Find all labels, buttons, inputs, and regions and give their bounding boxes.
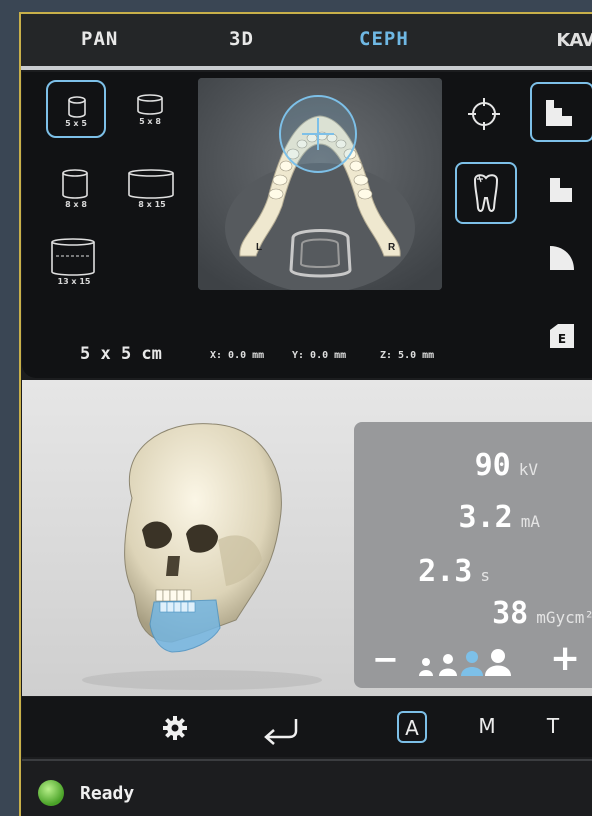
fov-size-label: 5 x 5 cm xyxy=(80,344,162,364)
image-mode-step-icon[interactable] xyxy=(542,170,582,210)
time-readout[interactable]: 2.3 s xyxy=(418,554,490,589)
plus-button[interactable]: + xyxy=(550,638,580,679)
cylinder-icon xyxy=(128,169,174,199)
image-mode-curve-icon[interactable] xyxy=(542,238,582,278)
divider xyxy=(21,66,592,70)
ma-value: 3.2 xyxy=(458,500,513,535)
fov-option-8x15[interactable]: 8 x 15 xyxy=(122,160,182,218)
fov-option-8x8[interactable]: 8 x 8 xyxy=(46,160,106,218)
image-mode-e-icon[interactable]: E xyxy=(542,316,582,356)
status-text: Ready xyxy=(80,783,135,804)
mode-auto-button[interactable]: A xyxy=(397,711,427,743)
return-icon[interactable] xyxy=(260,715,304,745)
time-unit: s xyxy=(480,566,490,585)
kv-readout[interactable]: 90 kV xyxy=(475,448,538,483)
dose-value: 38 xyxy=(492,596,529,631)
ma-readout[interactable]: 3.2 mA xyxy=(459,500,540,535)
dose-unit: mGycm² xyxy=(536,608,592,627)
volume-panel: 5 x 5 5 x 8 8 x 8 8 x 15 13 x 15 L R E 5… xyxy=(22,72,592,378)
coord-x: X: 0.0 mm xyxy=(210,350,265,361)
bottom-toolbar: A M T xyxy=(22,697,592,757)
preview-area: 90 kV 3.2 mA 2.3 s 38 mGycm² − + xyxy=(22,380,592,696)
crosshair-icon[interactable] xyxy=(464,94,504,134)
gear-icon[interactable] xyxy=(160,713,190,743)
fov-option-5x8[interactable]: 5 x 8 xyxy=(120,80,180,138)
right-marker: R xyxy=(388,242,396,253)
patient-adult-icon xyxy=(461,651,483,676)
time-value: 2.3 xyxy=(418,554,473,589)
patient-large-icon xyxy=(485,649,511,676)
fov-option-5x5[interactable]: 5 x 5 xyxy=(46,80,106,138)
cylinder-icon xyxy=(68,96,86,118)
tooth-icon[interactable] xyxy=(455,162,517,224)
cylinder-icon xyxy=(137,94,163,115)
tab-3d[interactable]: 3D xyxy=(229,28,254,50)
skull-3d-model xyxy=(82,423,322,690)
left-marker: L xyxy=(256,242,262,253)
mode-manual-button[interactable]: M xyxy=(472,711,502,743)
kv-unit: kV xyxy=(518,460,538,479)
mode-tab-bar: PAN 3D CEPH KAV xyxy=(21,14,592,66)
coord-y: Y: 0.0 mm xyxy=(292,350,347,361)
brand-logo: KAV xyxy=(556,30,592,51)
image-mode-stepped-icon[interactable] xyxy=(530,82,592,142)
scout-xray-image[interactable]: L R xyxy=(198,78,442,290)
patient-child-icon xyxy=(439,654,457,676)
app-frame: PAN 3D CEPH KAV 5 x 5 5 x 8 8 x 8 8 x 15… xyxy=(19,12,592,816)
cylinder-icon xyxy=(62,169,88,199)
patient-size-selector: − + xyxy=(372,638,592,680)
dose-readout: 38 mGycm² xyxy=(492,596,592,631)
fov-label: 13 x 15 xyxy=(57,277,91,286)
e-label: E xyxy=(558,332,566,346)
jaw-xray: L R xyxy=(198,78,442,290)
kv-value: 90 xyxy=(474,448,511,483)
fov-option-13x15[interactable]: 13 x 15 xyxy=(44,232,104,290)
fov-label: 8 x 15 xyxy=(138,200,166,209)
coord-z: Z: 5.0 mm xyxy=(380,350,435,361)
patient-child-small-icon xyxy=(419,658,433,676)
fov-label: 5 x 8 xyxy=(139,117,161,126)
ready-indicator-icon xyxy=(38,780,64,806)
fov-label: 5 x 5 xyxy=(65,119,87,128)
patient-size-icons xyxy=(419,649,511,676)
minus-button[interactable]: − xyxy=(372,640,399,678)
ma-unit: mA xyxy=(520,512,540,531)
fov-target-icon xyxy=(279,95,357,173)
tab-ceph[interactable]: CEPH xyxy=(359,28,409,50)
mode-t-button[interactable]: T xyxy=(538,711,568,743)
exposure-panel: 90 kV 3.2 mA 2.3 s 38 mGycm² − + xyxy=(354,422,592,688)
status-bar: Ready xyxy=(22,759,592,816)
tab-pan[interactable]: PAN xyxy=(81,28,118,50)
fov-label: 8 x 8 xyxy=(65,200,87,209)
